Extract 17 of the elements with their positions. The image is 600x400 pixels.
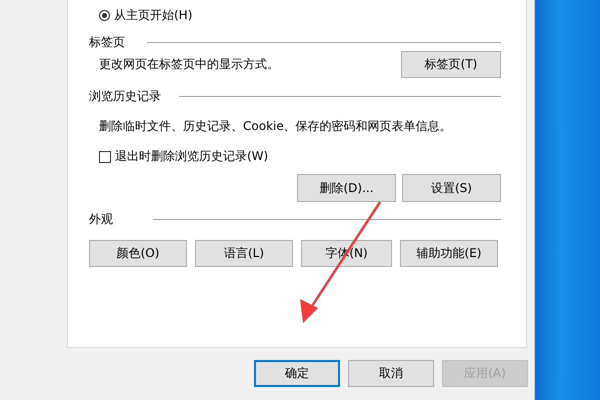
checkbox[interactable] bbox=[99, 150, 111, 162]
radio-label[interactable]: 从主页开始(H) bbox=[114, 6, 192, 24]
radio-button[interactable] bbox=[99, 10, 110, 20]
appearance-button[interactable]: 辅助功能(E) bbox=[400, 240, 498, 267]
appearance-button[interactable]: 颜色(O) bbox=[89, 240, 187, 267]
dialog-button[interactable]: 确定 bbox=[254, 360, 340, 387]
history-button[interactable]: 删除(D)... bbox=[297, 174, 396, 202]
appearance-button[interactable]: 语言(L) bbox=[195, 240, 293, 267]
section-title: 标签页 bbox=[89, 34, 125, 50]
section-title: 外观 bbox=[89, 210, 113, 228]
dialog-button[interactable]: 取消 bbox=[348, 360, 434, 387]
section-description: 更改网页在标签页中的显示方式。 bbox=[99, 56, 279, 72]
tabs-button[interactable]: 标签页(T) bbox=[401, 50, 501, 78]
history-button[interactable]: 设置(S) bbox=[402, 174, 501, 202]
section-description: 删除临时文件、历史记录、Cookie、保存的密码和网页表单信息。 bbox=[99, 118, 453, 135]
checkbox-label[interactable]: 退出时删除浏览历史记录(W) bbox=[115, 148, 268, 165]
section-title: 浏览历史记录 bbox=[89, 88, 161, 104]
